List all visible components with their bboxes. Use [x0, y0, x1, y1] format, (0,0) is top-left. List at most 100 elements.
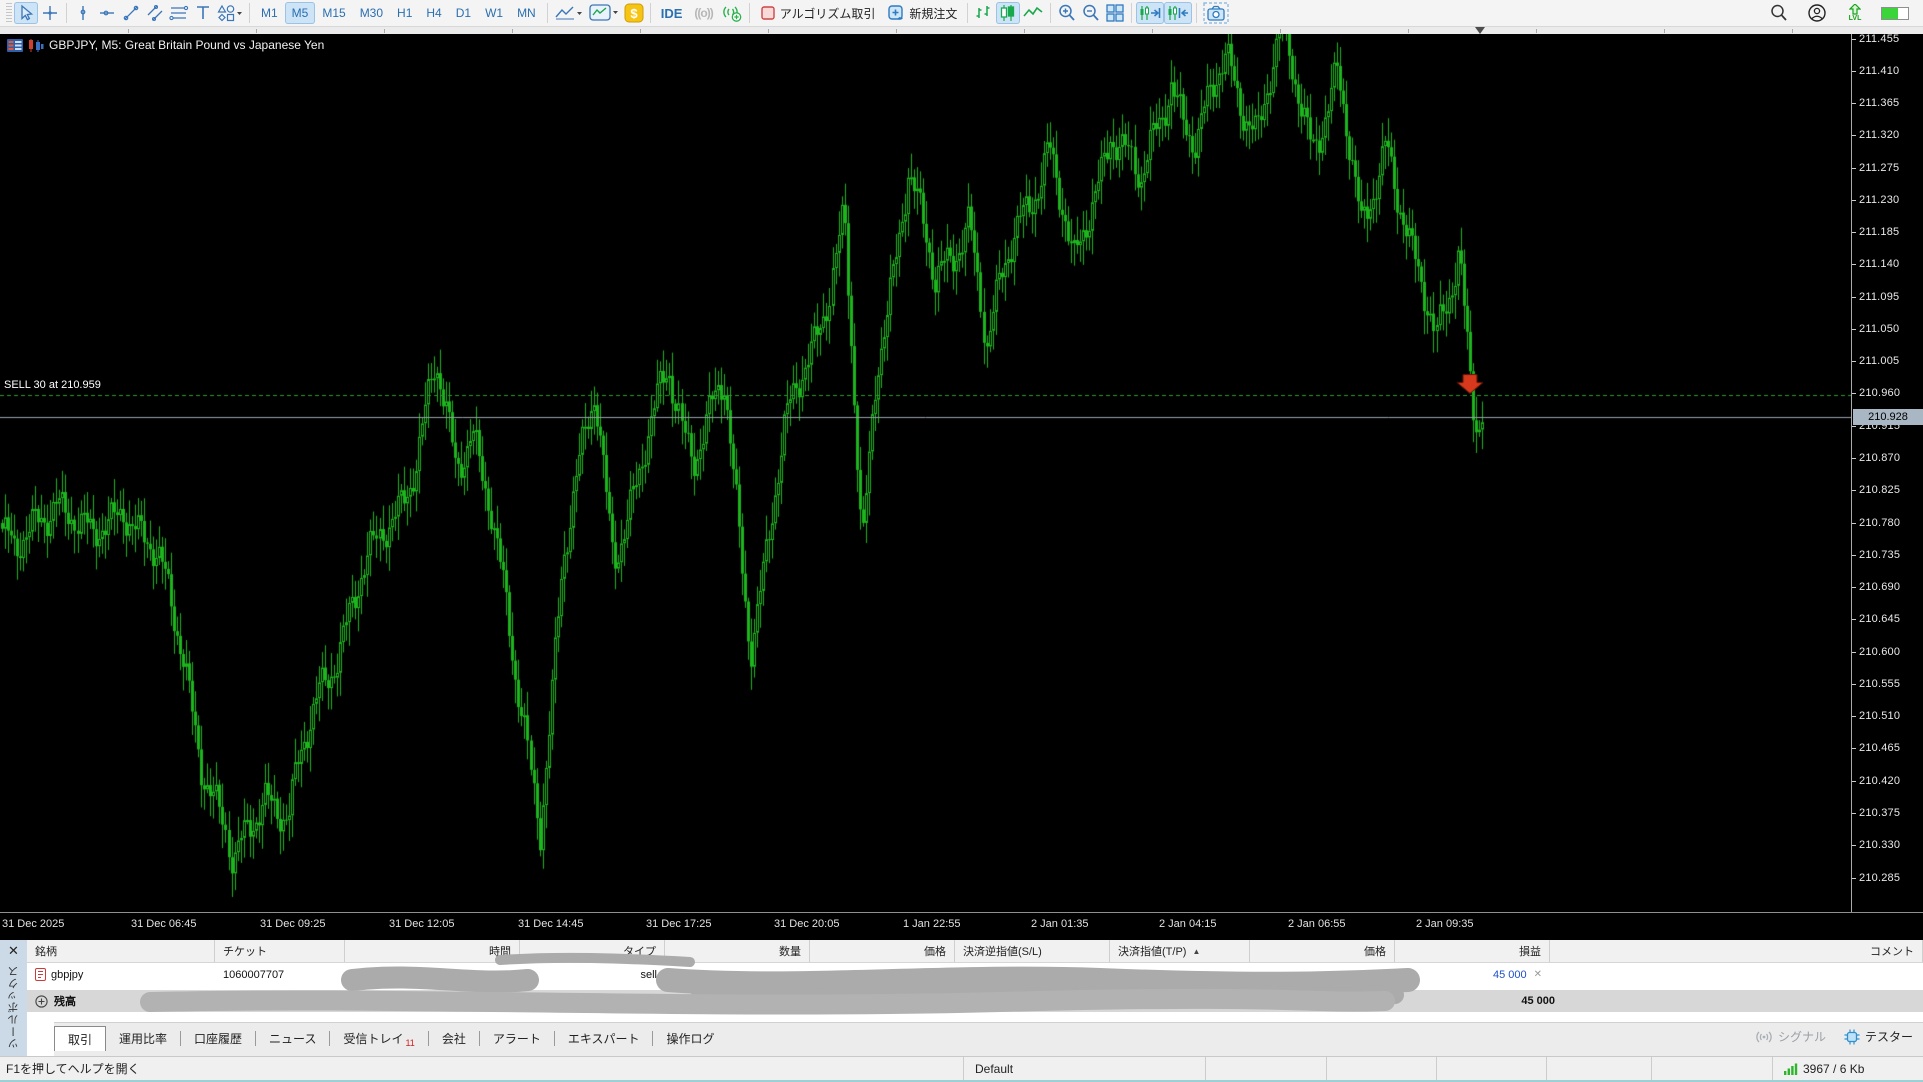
ruler-position-marker[interactable]	[1475, 27, 1485, 34]
tab-受信トレイ[interactable]: 受信トレイ11	[330, 1026, 427, 1051]
toolbar-separator	[66, 3, 67, 23]
radio-button[interactable]: ((o))	[688, 2, 718, 24]
timeframe-m5-button[interactable]: M5	[285, 2, 316, 24]
tab-口座履歴[interactable]: 口座履歴	[181, 1026, 255, 1051]
price-axis-label: 211.320	[1852, 129, 1923, 141]
status-cell	[1326, 1057, 1436, 1080]
broadcast-button[interactable]	[719, 2, 745, 24]
timeframe-m30-button[interactable]: M30	[353, 2, 390, 24]
column-header-4[interactable]: 数量	[665, 940, 810, 962]
chart-shift-button[interactable]	[1164, 2, 1192, 24]
price-axis-label: 211.095	[1852, 291, 1923, 303]
ide-button[interactable]: IDE	[655, 2, 689, 24]
equidistant-lines-tool-button[interactable]	[167, 2, 191, 24]
text-icon	[195, 4, 211, 22]
balance-row[interactable]: 残高 45 000	[27, 990, 1923, 1012]
status-profile[interactable]: Default	[963, 1057, 1205, 1080]
auto-scroll-button[interactable]	[1136, 2, 1164, 24]
new-order-icon	[887, 4, 905, 22]
time-axis[interactable]: 31 Dec 202531 Dec 06:4531 Dec 09:2531 De…	[0, 912, 1923, 940]
column-header-10[interactable]: コメント	[1550, 940, 1923, 962]
timeframe-m15-button[interactable]: M15	[315, 2, 352, 24]
position-stop-loss	[955, 963, 1110, 986]
cursor-tool-button[interactable]	[14, 2, 38, 24]
tab-会社[interactable]: 会社	[429, 1026, 479, 1051]
column-header-6[interactable]: 決済逆指値(S/L)	[955, 940, 1110, 962]
tab-操作ログ[interactable]: 操作ログ	[653, 1026, 727, 1051]
connection-level-indicator	[1881, 7, 1909, 20]
price-axis[interactable]: 210.928 211.455211.410211.365211.320211.…	[1851, 34, 1923, 912]
price-chart-canvas[interactable]	[0, 34, 1851, 912]
indicators-button[interactable]	[552, 2, 586, 24]
text-tool-button[interactable]	[191, 2, 215, 24]
toolbar-separator	[249, 3, 250, 23]
candlestick-chart-type-button[interactable]	[996, 2, 1020, 24]
position-close-icon[interactable]: ✕	[1534, 969, 1542, 980]
price-axis-label: 211.365	[1852, 97, 1923, 109]
crosshair-tool-button[interactable]	[38, 2, 62, 24]
channel-tool-button[interactable]	[143, 2, 167, 24]
bar-chart-type-button[interactable]	[972, 2, 996, 24]
column-header-0[interactable]: 銘柄	[27, 940, 215, 962]
ruler-tick	[512, 29, 513, 33]
column-header-2[interactable]: 時間	[345, 940, 520, 962]
tab-ニュース[interactable]: ニュース	[256, 1026, 329, 1051]
market-dollar-button[interactable]: $	[622, 2, 646, 24]
tester-link[interactable]: テスター	[1844, 1028, 1913, 1045]
zoom-in-button[interactable]	[1055, 2, 1079, 24]
screenshot-button[interactable]	[1201, 2, 1231, 24]
vertical-line-tool-button[interactable]	[71, 2, 95, 24]
tab-取引[interactable]: 取引	[54, 1026, 106, 1051]
level-upload-button[interactable]: LVL	[1843, 2, 1867, 24]
zoom-out-button[interactable]	[1079, 2, 1103, 24]
crosshair-icon	[41, 4, 59, 22]
tab-エキスパート[interactable]: エキスパート	[555, 1026, 653, 1051]
line-chart-type-button[interactable]	[1020, 2, 1046, 24]
status-cell	[1651, 1057, 1772, 1080]
chart-ruler[interactable]	[0, 27, 1923, 34]
column-header-3[interactable]: タイプ	[520, 940, 665, 962]
channel-icon	[146, 4, 164, 22]
algo-trading-icon	[760, 5, 776, 21]
column-header-9[interactable]: 損益	[1395, 940, 1550, 962]
ruler-tick	[640, 29, 641, 33]
position-row[interactable]: gbpjpy 1060007707 54 sell 45 000 ✕	[27, 963, 1923, 986]
price-axis-label: 210.510	[1852, 710, 1923, 722]
tile-windows-icon	[1105, 3, 1125, 23]
bar-chart-icon	[974, 4, 994, 22]
search-button[interactable]	[1767, 2, 1791, 24]
position-icon	[35, 968, 46, 981]
price-axis-label: 210.870	[1852, 452, 1923, 464]
dollar-icon: $	[624, 3, 644, 23]
column-header-5[interactable]: 価格	[810, 940, 955, 962]
toolbar-grip[interactable]	[6, 3, 12, 23]
timeframe-w1-button[interactable]: W1	[478, 2, 510, 24]
tile-windows-button[interactable]	[1103, 2, 1127, 24]
signals-link[interactable]: シグナル	[1755, 1028, 1826, 1045]
objects-button[interactable]	[586, 2, 622, 24]
new-order-button[interactable]: 新規注文	[881, 2, 963, 24]
algo-trading-button[interactable]: アルゴリズム取引	[754, 2, 882, 24]
shapes-tool-button[interactable]	[215, 2, 245, 24]
balance-value: 45 000	[1422, 990, 1555, 1012]
horizontal-line-tool-button[interactable]	[95, 2, 119, 24]
price-axis-label: 211.140	[1852, 258, 1923, 270]
expand-plus-icon[interactable]	[35, 995, 48, 1008]
tab-運用比率[interactable]: 運用比率	[106, 1026, 180, 1051]
account-button[interactable]	[1805, 2, 1829, 24]
timeframe-d1-button[interactable]: D1	[449, 2, 478, 24]
timeframe-m1-button[interactable]: M1	[254, 2, 285, 24]
toolbox-close-button[interactable]: ✕	[8, 943, 19, 959]
tab-アラート[interactable]: アラート	[480, 1026, 554, 1051]
sort-ascending-icon: ▲	[1192, 947, 1200, 956]
timeframe-h1-button[interactable]: H1	[390, 2, 419, 24]
timeframe-h4-button[interactable]: H4	[419, 2, 448, 24]
price-axis-label: 210.645	[1852, 613, 1923, 625]
toolbar-separator	[650, 3, 651, 23]
price-axis-label: 210.600	[1852, 646, 1923, 658]
trendline-tool-button[interactable]	[119, 2, 143, 24]
timeframe-mn-button[interactable]: MN	[510, 2, 543, 24]
column-header-1[interactable]: チケット	[215, 940, 345, 962]
column-header-7[interactable]: 決済指値(T/P)▲	[1110, 940, 1250, 962]
column-header-8[interactable]: 価格	[1250, 940, 1395, 962]
